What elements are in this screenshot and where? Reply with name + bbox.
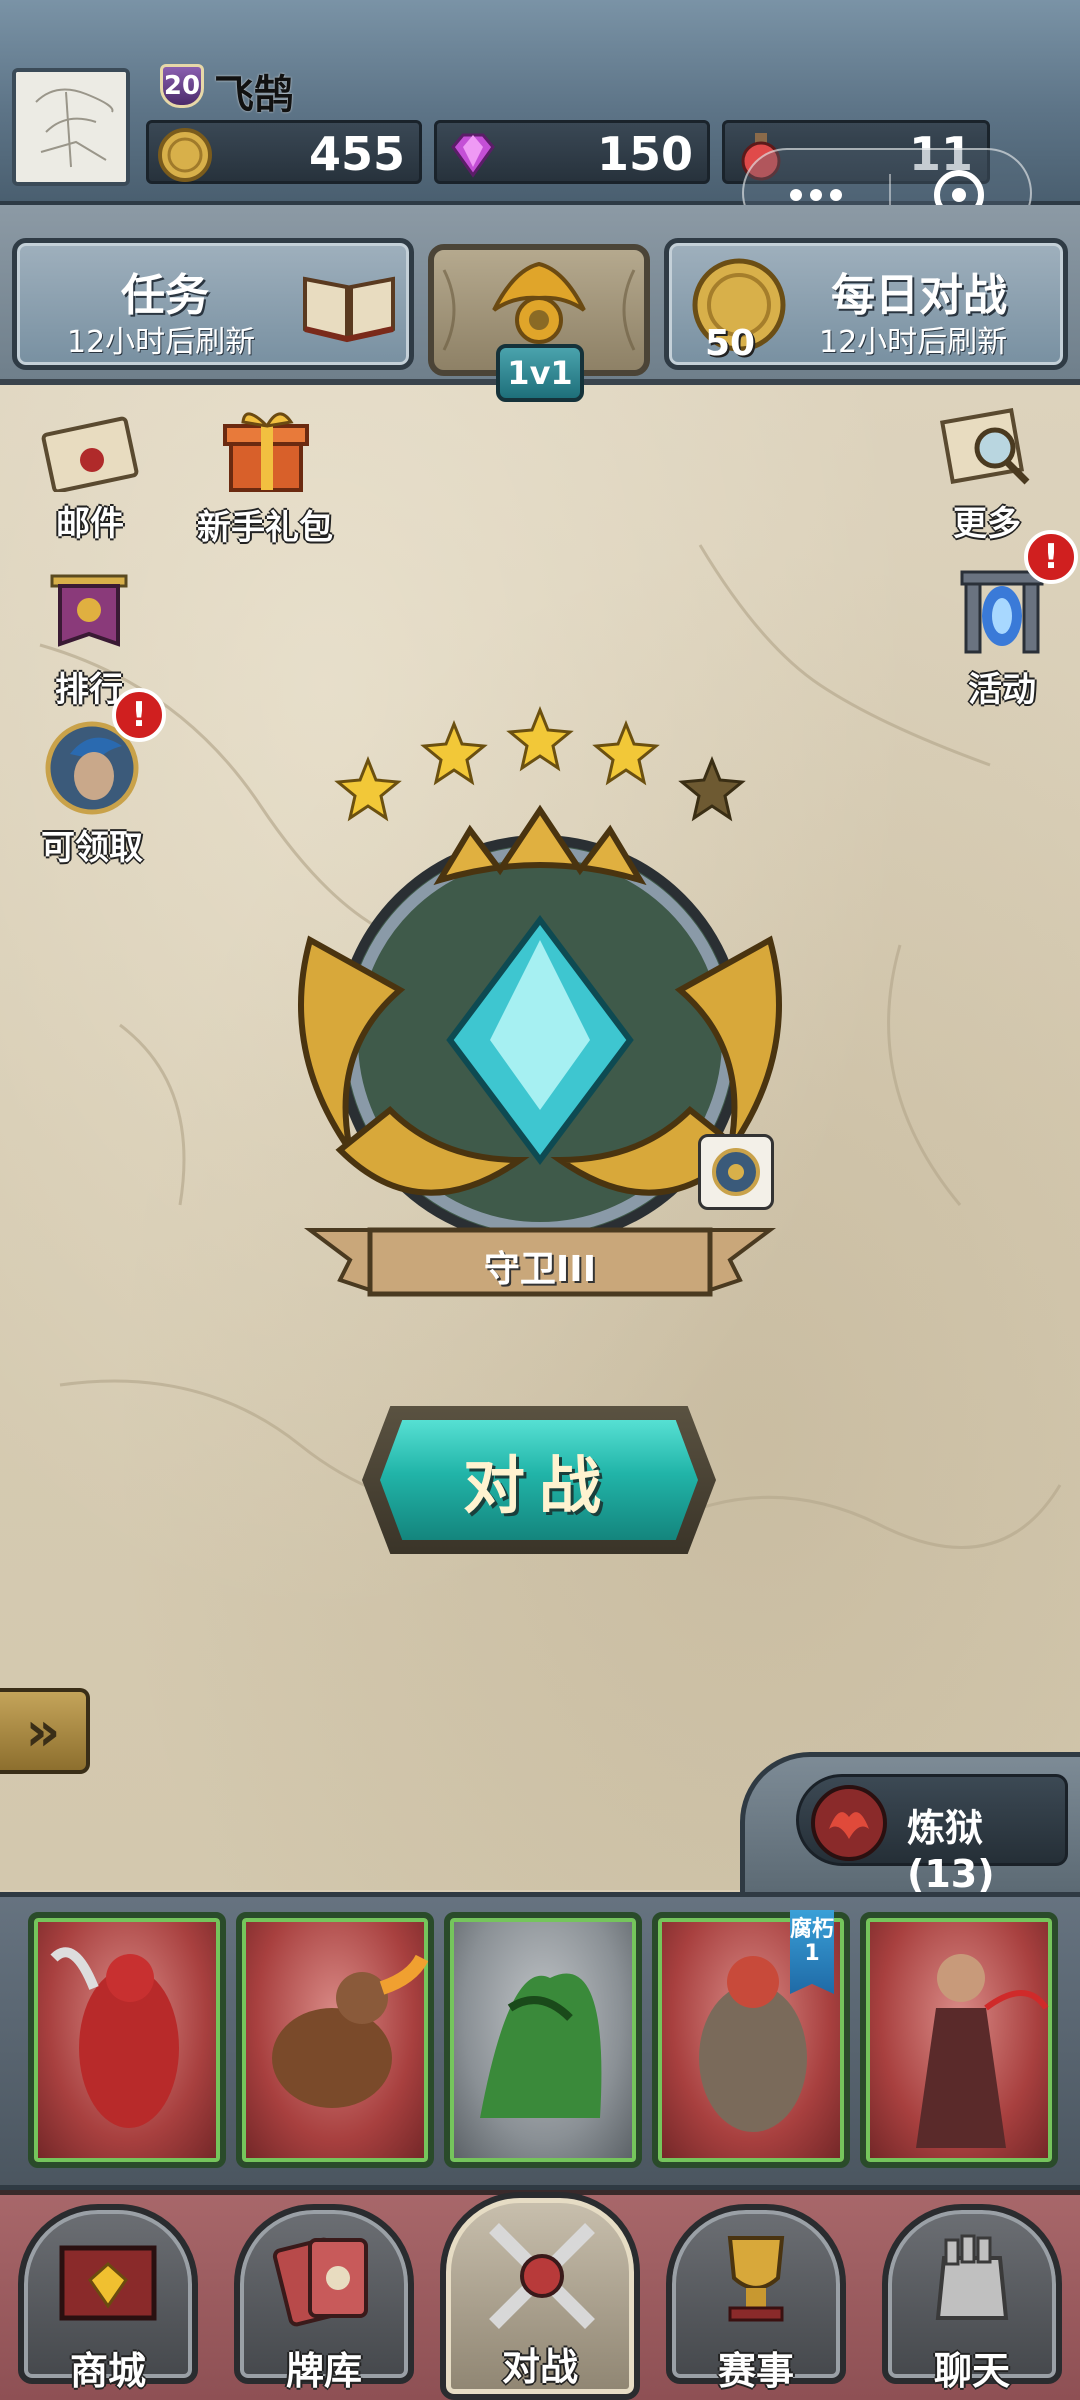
- chain-monk-art: [916, 1954, 1049, 2148]
- fire-lizard-art: [272, 1954, 428, 2108]
- player-name: 飞鹄: [214, 72, 294, 118]
- battle-button-label: 对战: [462, 1449, 615, 1522]
- rank-star-2: [420, 719, 488, 786]
- quest-title: 任务: [121, 270, 209, 321]
- deck-card-3[interactable]: [444, 1912, 642, 2168]
- daily-refresh-text: 12小时后刷新: [819, 325, 1008, 360]
- card-deck-icon: [272, 2237, 368, 2327]
- trophy-icon: [727, 2236, 785, 2322]
- more-options-icon[interactable]: [790, 186, 850, 205]
- more-label: 更多: [953, 504, 1021, 544]
- gem-counter[interactable]: 150: [434, 120, 710, 184]
- treasure-chest-icon: [59, 2245, 157, 2321]
- player-avatar[interactable]: [12, 68, 130, 186]
- demon-warrior-art: [50, 1947, 179, 2128]
- newbie-gift-button[interactable]: 新手礼包: [190, 404, 340, 549]
- mail-label: 邮件: [56, 504, 124, 544]
- mode-1v1-badge[interactable]: 1v1: [496, 344, 584, 402]
- nav-shop-label: 商城: [69, 2349, 146, 2393]
- gold-coin-icon: [158, 128, 212, 182]
- daily-battle-title: 每日对战: [831, 270, 1007, 321]
- plant-beast-art: [480, 1973, 602, 2118]
- card-status-badge: 腐朽 1: [790, 1910, 834, 1994]
- gift-box-icon: [223, 412, 309, 492]
- book-icon: [303, 276, 395, 343]
- rank-stars: [334, 705, 746, 822]
- daily-battle-tab[interactable]: 50 每日对战 12小时后刷新: [664, 238, 1068, 370]
- deck-card-2[interactable]: [236, 1912, 434, 2168]
- rank-star-1: [334, 755, 402, 822]
- rank-star-3: [506, 705, 574, 772]
- quest-tab[interactable]: 任务 12小时后刷新: [12, 238, 414, 370]
- faction-label: 炼狱(13): [907, 1806, 995, 1896]
- events-button[interactable]: 活动: [948, 568, 1056, 711]
- nav-battle-label: 对战: [501, 2345, 578, 2389]
- gem-value: 150: [596, 127, 693, 181]
- deck-card-1[interactable]: [28, 1912, 226, 2168]
- events-label: 活动: [968, 670, 1036, 710]
- gauntlet-icon: [935, 2234, 1009, 2320]
- rank-name: 守卫III: [483, 1249, 597, 1290]
- magnifier-scroll-icon: [940, 408, 1030, 485]
- player-level-badge: 20: [160, 64, 204, 108]
- quest-refresh-text: 12小时后刷新: [67, 325, 256, 360]
- faction-selector[interactable]: 炼狱(13): [796, 1774, 1068, 1896]
- nav-events-label: 赛事: [717, 2349, 794, 2393]
- gem-icon: [451, 133, 495, 178]
- claimable-label: 可领取: [41, 828, 143, 868]
- nav-chat-label: 聊天: [933, 2349, 1010, 2393]
- gold-counter[interactable]: 455: [146, 120, 422, 184]
- mail-button[interactable]: 邮件: [30, 412, 150, 545]
- battle-button[interactable]: 对战: [380, 1420, 698, 1540]
- rank-info-bubble[interactable]: [698, 1134, 774, 1210]
- more-button[interactable]: 更多: [932, 406, 1042, 545]
- claimable-button[interactable]: 可领取: [30, 720, 154, 869]
- banner-icon: [50, 574, 128, 647]
- daily-coin-amount: 50: [705, 323, 756, 364]
- envelope-icon: [41, 416, 139, 494]
- inferno-faction-icon: [811, 1785, 887, 1861]
- rank-star-4: [592, 719, 660, 786]
- events-alert-badge: !: [1024, 530, 1078, 584]
- expand-panel-button[interactable]: »: [0, 1688, 90, 1774]
- rank-detail-icon: [712, 1148, 760, 1196]
- claimable-alert-badge: !: [112, 688, 166, 742]
- portal-icon: [960, 570, 1044, 654]
- crossed-swords-icon: [489, 2223, 595, 2329]
- gold-value: 455: [308, 127, 405, 181]
- rank-emblem[interactable]: [270, 690, 810, 1310]
- deck-card-5[interactable]: [860, 1912, 1058, 2168]
- nav-cards-label: 牌库: [285, 2349, 362, 2393]
- newbie-gift-label: 新手礼包: [197, 508, 333, 548]
- rank-star-5: [678, 755, 746, 822]
